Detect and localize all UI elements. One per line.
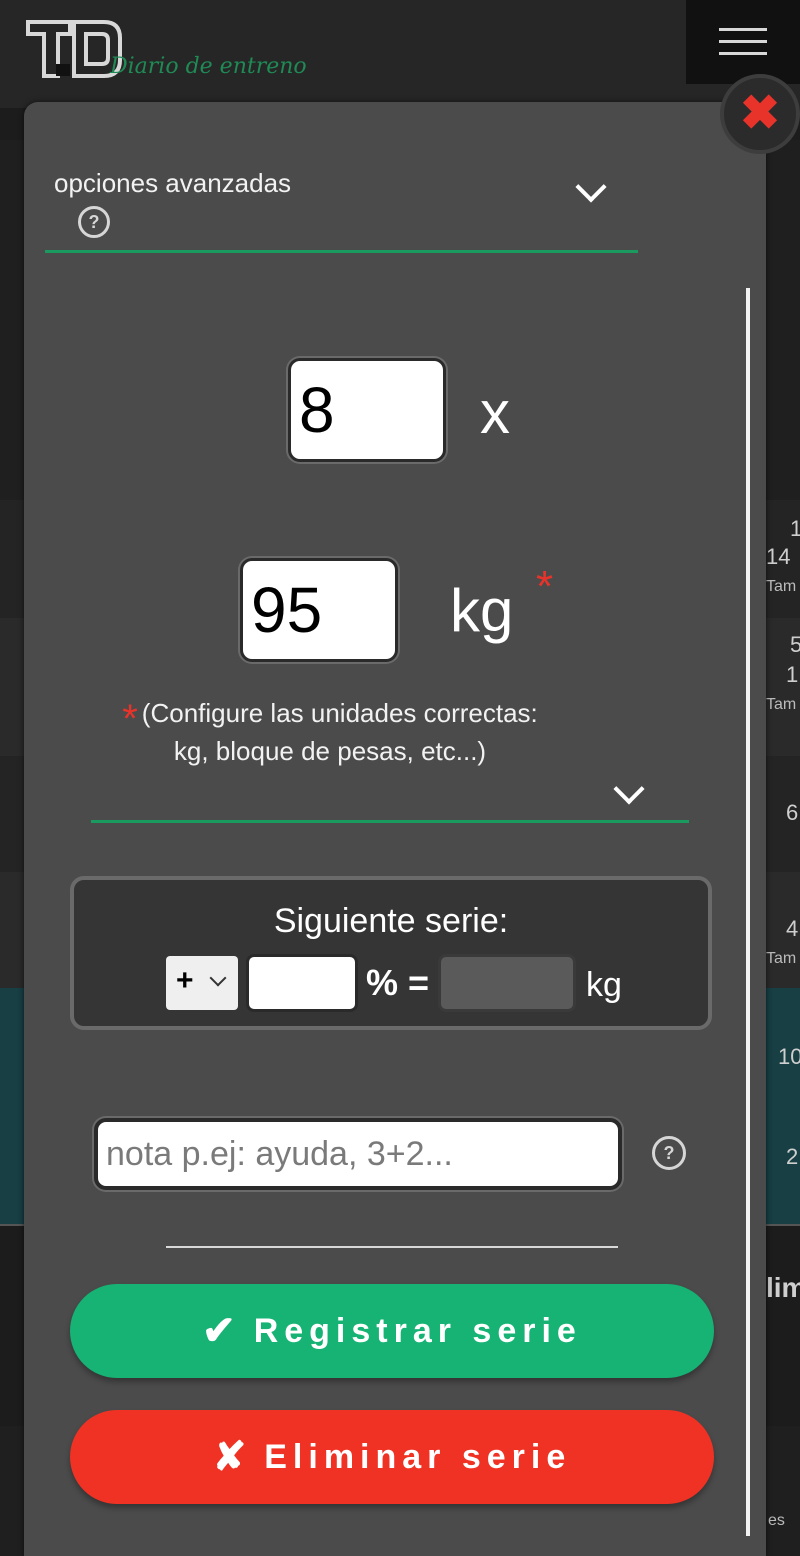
background-row-text: Tam — [766, 578, 797, 595]
scrollbar[interactable] — [746, 288, 750, 1536]
required-asterisk: * — [122, 697, 138, 741]
delete-set-label: Eliminar serie — [264, 1437, 572, 1476]
background-row-text: 4 — [786, 916, 799, 941]
next-set-title: Siguiente serie: — [273, 902, 509, 940]
register-set-button[interactable]: ✔ Registrar serie — [70, 1284, 714, 1378]
background-row-text: es — [768, 1512, 785, 1529]
app-tagline: Diario de entreno — [110, 54, 307, 79]
weight-value: 95 — [251, 574, 323, 646]
app-header: Diario de entreno — [0, 0, 800, 108]
help-icon[interactable]: ? — [78, 206, 110, 238]
next-weight-result — [438, 954, 576, 1012]
close-icon: ✖ — [739, 87, 781, 140]
background-row-text: 1 — [790, 516, 800, 541]
background-row-text: 2 — [786, 1144, 799, 1169]
reps-input[interactable]: 8 — [288, 358, 446, 462]
reps-value: 8 — [299, 374, 335, 446]
help-icon[interactable]: ? — [652, 1136, 686, 1170]
result-unit-label: kg — [586, 966, 622, 1004]
weight-input[interactable]: 95 — [240, 558, 398, 662]
advanced-options-toggle[interactable]: opciones avanzadas — [54, 168, 291, 199]
percent-input[interactable] — [246, 954, 358, 1012]
divider — [166, 1246, 618, 1248]
background-row-text: Tam — [766, 950, 797, 967]
app-logo — [26, 20, 122, 78]
note-input[interactable] — [94, 1118, 622, 1190]
sign-select[interactable]: + — [166, 956, 238, 1010]
background-row-text: 10 — [778, 1044, 800, 1069]
background-row-text: 1 — [786, 662, 799, 687]
advanced-options-underline — [45, 250, 638, 253]
required-asterisk: * — [536, 562, 554, 611]
delete-set-button[interactable]: ✘ Eliminar serie — [70, 1410, 714, 1504]
units-config-note[interactable]: * (Configure las unidades correctas: kg, … — [120, 690, 540, 770]
background-row-text: 5 — [790, 632, 800, 657]
background-row-text: lim — [766, 1272, 800, 1303]
reps-multiplier-label: x — [480, 379, 510, 446]
hamburger-menu-button[interactable] — [686, 0, 800, 84]
menu-bar-icon — [719, 40, 767, 43]
menu-bar-icon — [719, 52, 767, 55]
background-row-text: 14 — [766, 544, 791, 569]
percent-equals-label: % = — [366, 962, 430, 1003]
background-row-text: Tam — [766, 696, 797, 713]
checkmark-icon: ✔ — [202, 1309, 236, 1353]
chevron-down-icon — [209, 969, 227, 987]
background-row-text: 6 — [786, 800, 799, 825]
sign-value: + — [176, 964, 194, 997]
units-note-text: (Configure las unidades correctas: kg, b… — [141, 698, 538, 766]
weight-unit-label: kg — [450, 577, 514, 644]
menu-bar-icon — [719, 28, 767, 31]
close-modal-button[interactable]: ✖ — [720, 74, 800, 154]
cross-icon: ✘ — [212, 1435, 247, 1479]
register-set-label: Registrar serie — [253, 1311, 582, 1350]
next-set-panel: Siguiente serie: + % = kg — [70, 876, 712, 1030]
units-underline — [91, 820, 689, 823]
